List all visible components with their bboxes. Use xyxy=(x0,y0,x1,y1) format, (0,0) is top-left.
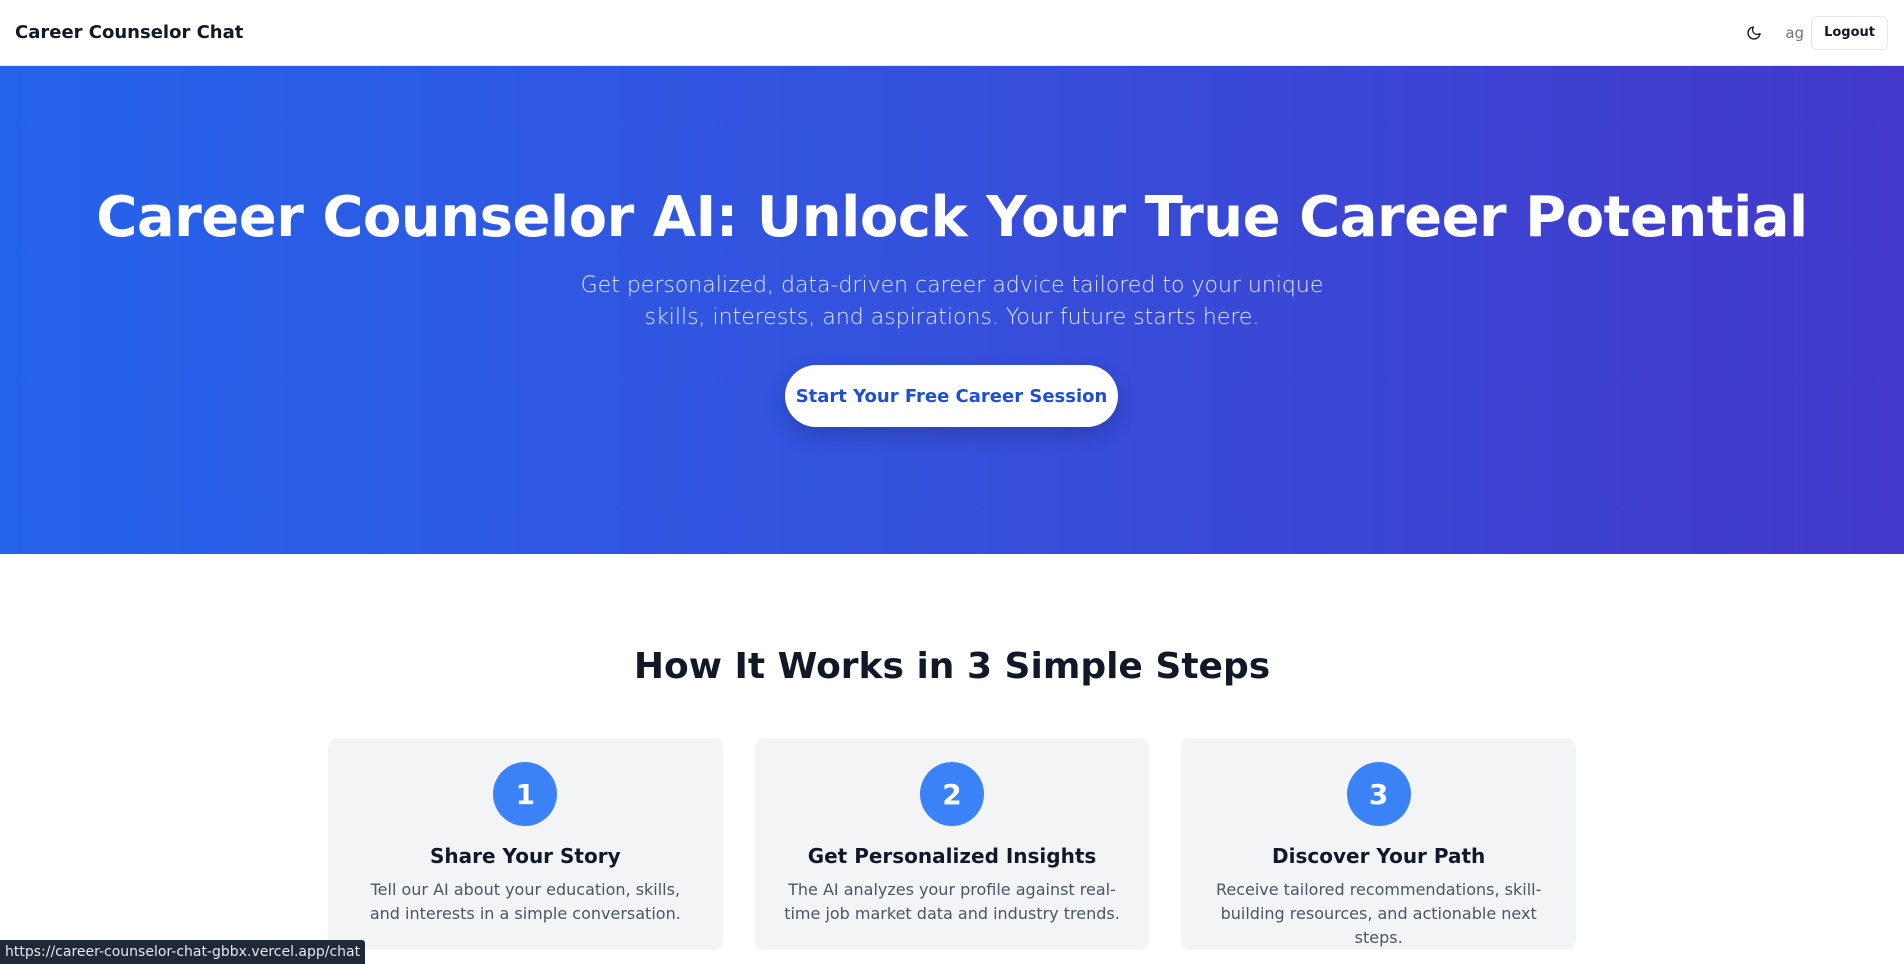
hero-subtitle: Get personalized, data-driven career adv… xyxy=(580,273,1324,330)
nav-actions: ag Logout xyxy=(1737,15,1888,50)
step-card: 1 Share Your Story Tell our AI about you… xyxy=(328,738,723,950)
steps-cards: 1 Share Your Story Tell our AI about you… xyxy=(328,738,1577,950)
step-title: Share Your Story xyxy=(430,844,621,868)
start-session-button[interactable]: Start Your Free Career Session xyxy=(785,365,1118,427)
theme-toggle-button[interactable] xyxy=(1737,16,1771,50)
logout-button[interactable]: Logout xyxy=(1811,15,1888,50)
step-title: Discover Your Path xyxy=(1272,844,1486,868)
steps-title: How It Works in 3 Simple Steps xyxy=(633,646,1271,687)
link-status-bar: https://career-counselor-chat-gbbx.verce… xyxy=(0,940,366,964)
step-title: Get Personalized Insights xyxy=(807,844,1097,868)
hero-title: Career Counselor AI: Unlock Your True Ca… xyxy=(96,185,1808,250)
top-navbar: Career Counselor Chat ag Logout xyxy=(0,0,1904,66)
brand-title[interactable]: Career Counselor Chat xyxy=(15,22,243,43)
step-card: 2 Get Personalized Insights The AI analy… xyxy=(754,738,1150,950)
step-description: Tell our AI about your education, skills… xyxy=(369,880,681,923)
step-card: 3 Discover Your Path Receive tailored re… xyxy=(1181,738,1577,950)
step-number-badge: 2 xyxy=(920,762,984,826)
step-description: Receive tailored recommendations, skill-… xyxy=(1215,880,1542,947)
hero-section: Career Counselor AI: Unlock Your True Ca… xyxy=(0,66,1904,554)
user-initials: ag xyxy=(1785,23,1805,42)
step-number-badge: 3 xyxy=(1346,762,1411,826)
how-it-works-section: How It Works in 3 Simple Steps 1 Share Y… xyxy=(0,554,1904,964)
step-description: The AI analyzes your profile against rea… xyxy=(784,880,1120,923)
moon-icon xyxy=(1747,25,1762,40)
step-number-badge: 1 xyxy=(493,762,558,826)
